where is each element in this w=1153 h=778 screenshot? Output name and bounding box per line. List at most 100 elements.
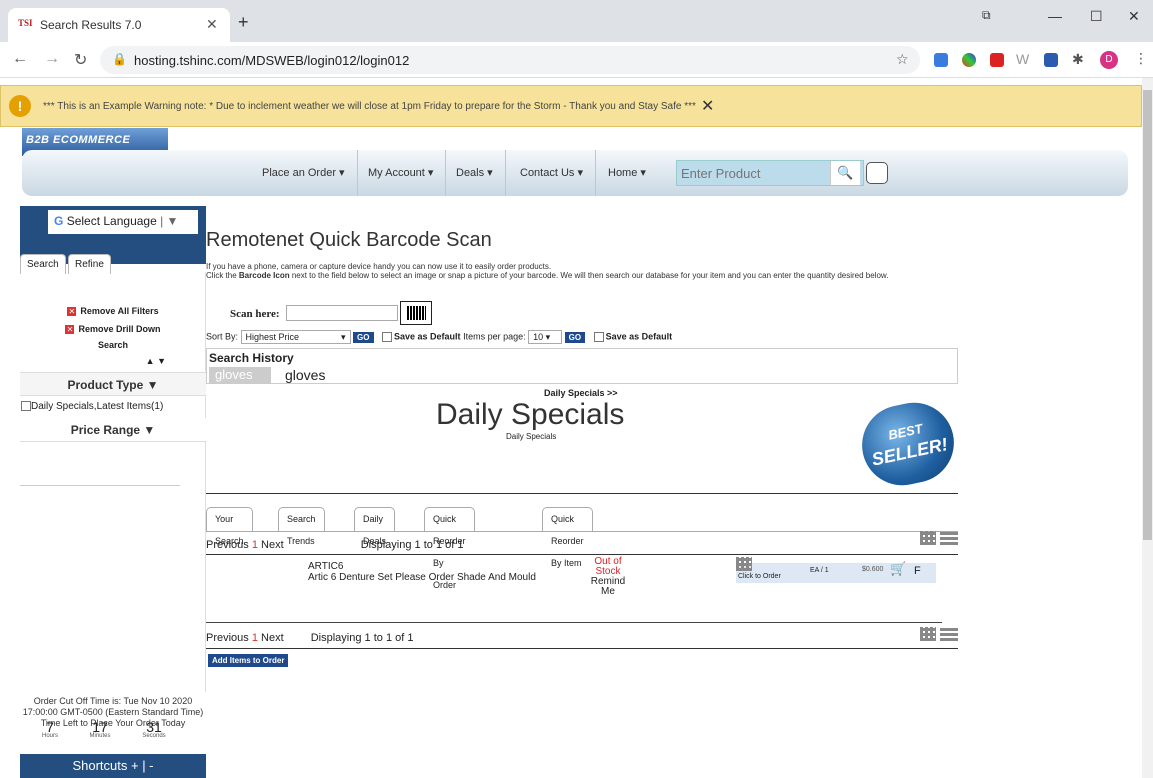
click-to-order[interactable]: Click to Order	[738, 573, 781, 580]
scrollbar-thumb[interactable]	[1143, 90, 1152, 540]
tab-quick-reorder-item[interactable]: Quick Reorder By Item	[542, 507, 593, 568]
tab-title: Search Results 7.0	[40, 18, 142, 32]
sort-go-button[interactable]: GO	[353, 331, 374, 343]
intro-text: If you have a phone, camera or capture d…	[206, 262, 956, 280]
page-number[interactable]: 1	[252, 539, 258, 551]
sort-select[interactable]: Highest Price ▾	[240, 330, 351, 344]
language-select[interactable]: G Select Language | ▼	[48, 210, 198, 234]
product-search-input[interactable]	[677, 161, 827, 185]
shortcuts-bar[interactable]: Shortcuts + | -	[20, 754, 206, 778]
list-view-icon[interactable]	[940, 627, 958, 641]
items-per-page-select[interactable]: 10 ▾	[528, 330, 563, 344]
order-box[interactable]: Click to Order EA / 1 $0.600 🛒 F	[736, 557, 936, 583]
sidebar-panel: ✕ Remove All Filters ✕ Remove Drill Down S…	[20, 272, 206, 692]
tab-underline	[206, 531, 958, 532]
back-icon[interactable]: ←	[12, 50, 28, 68]
bottom-divider	[206, 648, 958, 649]
daily-specials-subtitle: Daily Specials	[506, 432, 557, 441]
nav-contact-us[interactable]: Contact Us ▾	[508, 150, 596, 196]
new-tab-icon[interactable]: +	[238, 12, 249, 33]
search-history-title: Search History	[209, 351, 294, 365]
address-bar-row: ← → ↻ 🔒 hosting.tshinc.com/MDSWEB/login0…	[0, 42, 1153, 78]
main-navigation: Place an Order ▾ My Account ▾ Deals ▾ Co…	[22, 150, 1128, 196]
close-tab-icon[interactable]: ✕	[206, 16, 218, 33]
product-type-checkbox[interactable]	[21, 401, 31, 412]
tab-search-trends[interactable]: Search Trends	[278, 507, 325, 546]
maximize-icon[interactable]: ☐	[1090, 8, 1103, 25]
page-number[interactable]: 1	[252, 632, 258, 644]
cart-icon[interactable]: 🛒	[890, 561, 906, 577]
prev-link[interactable]: Previous	[206, 632, 249, 644]
price-range-header[interactable]: Price Range ▼	[20, 418, 206, 442]
countdown-minutes-label: Minutes	[89, 733, 111, 739]
sort-row: Sort By: Highest Price ▾ GO Save as Defau…	[206, 330, 672, 344]
tab-your-search[interactable]: Your Search	[206, 507, 253, 546]
next-link[interactable]: Next	[261, 632, 284, 644]
reload-icon[interactable]: ↻	[74, 50, 87, 70]
chevron-down-icon: ▾	[545, 332, 551, 342]
product-type-header[interactable]: Product Type ▼	[20, 372, 206, 396]
prev-link[interactable]: Previous	[206, 539, 249, 551]
barcode-icon[interactable]	[400, 301, 432, 325]
close-window-icon[interactable]: ✕	[1128, 8, 1140, 25]
next-link[interactable]: Next	[261, 539, 284, 551]
grid-view-icon[interactable]	[920, 627, 936, 641]
history-chip[interactable]: gloves	[209, 367, 271, 383]
language-label: Select Language	[66, 214, 157, 228]
sort-arrows[interactable]: ▲ ▼	[20, 356, 206, 366]
me-link[interactable]: Me	[578, 587, 638, 597]
download-extension-icon[interactable]	[1044, 53, 1058, 67]
search-icon[interactable]: 🔍	[830, 161, 860, 185]
history-query[interactable]: gloves	[285, 367, 325, 383]
item-flag: F	[914, 565, 921, 577]
minimize-icon[interactable]: —	[1048, 8, 1062, 24]
daily-specials-link[interactable]: Daily Specials >>	[544, 388, 618, 398]
extension-icon[interactable]	[934, 53, 948, 67]
page-title: Remotenet Quick Barcode Scan	[206, 229, 492, 251]
product-type-option[interactable]: Daily Specials,Latest Items(1)	[20, 396, 205, 418]
toggle-box[interactable]	[866, 162, 888, 184]
search-link[interactable]: Search	[20, 340, 206, 350]
omnibox[interactable]: 🔒 hosting.tshinc.com/MDSWEB/login012/log…	[100, 46, 920, 74]
profile-window-icon[interactable]: ⧉	[982, 8, 991, 23]
tab-refine[interactable]: Refine	[68, 254, 111, 274]
save-default-checkbox-2[interactable]	[593, 332, 604, 342]
best-seller-badge[interactable]: BEST SELLER!	[854, 395, 962, 493]
remove-all-label: Remove All Filters	[80, 306, 159, 316]
tab-quick-reorder-order[interactable]: Quick Reorder By Order	[424, 507, 475, 590]
browser-tab[interactable]: TSI Search Results 7.0 ✕	[8, 8, 230, 42]
w-extension-icon[interactable]: W	[1016, 51, 1029, 67]
lock-extension-icon[interactable]	[990, 53, 1004, 67]
save-default-checkbox[interactable]	[382, 332, 393, 342]
color-extension-icon[interactable]	[962, 53, 976, 67]
save-default-label: Save as Default	[394, 331, 461, 342]
remove-icon: ✕	[65, 325, 75, 334]
price-range-list[interactable]	[20, 442, 180, 486]
remove-all-filters[interactable]: ✕ Remove All Filters	[20, 306, 206, 316]
dropdown-icon: | ▼	[160, 214, 179, 228]
nav-my-account[interactable]: My Account ▾	[356, 150, 447, 196]
nav-home[interactable]: Home ▾	[596, 150, 658, 196]
tab-search[interactable]: Search	[20, 254, 66, 274]
menu-dots-icon[interactable]: ⋮	[1134, 50, 1148, 67]
pager-bottom: Previous 1 Next Displaying 1 to 1 of 1	[206, 632, 413, 644]
close-warning-icon[interactable]: ✕	[701, 96, 714, 116]
ipp-go-button[interactable]: GO	[564, 331, 586, 343]
forward-icon[interactable]: →	[44, 50, 60, 68]
sort-value: Highest Price	[245, 332, 300, 342]
list-view-icon[interactable]	[940, 531, 958, 545]
sort-by-label: Sort By:	[206, 331, 239, 342]
tab-daily-deals[interactable]: Daily Deals	[354, 507, 395, 546]
remove-drill-down[interactable]: ✕ Remove Drill Down	[20, 324, 206, 334]
scan-input[interactable]	[286, 305, 398, 321]
nav-deals[interactable]: Deals ▾	[444, 150, 506, 196]
item-description[interactable]: Artic 6 Denture Set Please Order Shade A…	[308, 572, 536, 583]
bookmark-star-icon[interactable]: ☆	[896, 51, 909, 68]
profile-avatar[interactable]: D	[1100, 51, 1118, 69]
grid-view-icon[interactable]	[920, 531, 936, 545]
warning-icon: !	[9, 95, 31, 117]
add-items-button[interactable]: Add Items to Order	[208, 654, 289, 667]
nav-place-order[interactable]: Place an Order ▾	[250, 150, 358, 196]
item-sku[interactable]: ARTIC6	[308, 561, 343, 572]
puzzle-icon[interactable]: ✱	[1072, 51, 1084, 68]
